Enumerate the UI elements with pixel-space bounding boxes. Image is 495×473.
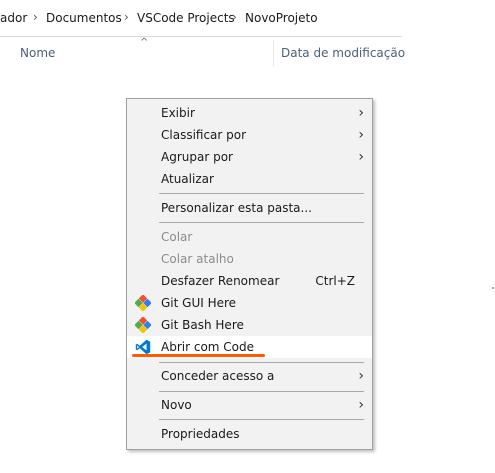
menu-item-desfazer-renomear[interactable]: Desfazer Renomear Ctrl+Z	[127, 270, 372, 292]
menu-separator	[159, 362, 364, 363]
menu-item-label: Classificar por	[161, 128, 247, 142]
breadcrumb-item-computer[interactable]: ador	[0, 11, 27, 25]
menu-item-colar: Colar	[127, 226, 372, 248]
breadcrumb-separator-icon[interactable]: ›	[33, 10, 38, 24]
submenu-arrow-icon: ›	[358, 105, 364, 121]
menu-item-novo[interactable]: Novo ›	[127, 394, 372, 416]
breadcrumb-item-vscode-projects[interactable]: VSCode Projects	[137, 11, 235, 25]
menu-item-label: Git Bash Here	[161, 318, 244, 332]
menu-item-label: Conceder acesso a	[161, 369, 275, 383]
address-bar[interactable]: ador › Documentos › VSCode Projects › No…	[0, 0, 402, 37]
menu-item-label: Desfazer Renomear	[161, 274, 280, 288]
git-icon	[135, 317, 151, 333]
menu-separator	[159, 391, 364, 392]
menu-item-label: Git GUI Here	[161, 296, 237, 310]
menu-item-label: Colar	[161, 230, 193, 244]
menu-item-classificar-por[interactable]: Classificar por ›	[127, 124, 372, 146]
column-divider[interactable]	[273, 40, 274, 66]
submenu-arrow-icon: ›	[358, 397, 364, 413]
submenu-arrow-icon: ›	[358, 149, 364, 165]
menu-item-label: Colar atalho	[161, 252, 234, 266]
menu-item-propriedades[interactable]: Propriedades	[127, 423, 372, 445]
menu-separator	[159, 193, 364, 194]
menu-item-atualizar[interactable]: Atualizar	[127, 168, 372, 190]
menu-item-shortcut: Ctrl+Z	[315, 274, 355, 288]
column-header-date-modified[interactable]: Data de modificação	[281, 46, 405, 60]
context-menu: Exibir › Classificar por › Agrupar por ›…	[126, 98, 373, 450]
vscode-icon	[135, 339, 151, 355]
menu-item-conceder-acesso[interactable]: Conceder acesso a ›	[127, 365, 372, 387]
git-icon	[135, 295, 151, 311]
menu-item-label: Agrupar por	[161, 150, 233, 164]
menu-item-label: Novo	[161, 398, 192, 412]
breadcrumb-item-documentos[interactable]: Documentos	[46, 11, 122, 25]
annotation-underline	[132, 354, 265, 357]
menu-item-agrupar-por[interactable]: Agrupar por ›	[127, 146, 372, 168]
breadcrumb-separator-icon[interactable]: ›	[124, 10, 129, 24]
submenu-arrow-icon: ›	[358, 127, 364, 143]
menu-item-git-bash-here[interactable]: Git Bash Here	[127, 314, 372, 336]
stray-dot	[492, 287, 494, 289]
menu-separator	[159, 222, 364, 223]
menu-item-label: Propriedades	[161, 427, 240, 441]
menu-separator	[159, 419, 364, 420]
menu-item-label: Atualizar	[161, 172, 214, 186]
submenu-arrow-icon: ›	[358, 368, 364, 384]
breadcrumb-separator-icon[interactable]: ›	[232, 10, 237, 24]
sort-ascending-icon: ^	[140, 37, 149, 48]
column-header-name[interactable]: Nome	[20, 46, 55, 60]
menu-item-colar-atalho: Colar atalho	[127, 248, 372, 270]
menu-item-label: Personalizar esta pasta...	[161, 201, 312, 215]
breadcrumb-item-novoprojeto[interactable]: NovoProjeto	[245, 11, 318, 25]
menu-item-git-gui-here[interactable]: Git GUI Here	[127, 292, 372, 314]
menu-item-personalizar-pasta[interactable]: Personalizar esta pasta...	[127, 197, 372, 219]
menu-item-exibir[interactable]: Exibir ›	[127, 102, 372, 124]
menu-item-label: Exibir	[161, 106, 195, 120]
